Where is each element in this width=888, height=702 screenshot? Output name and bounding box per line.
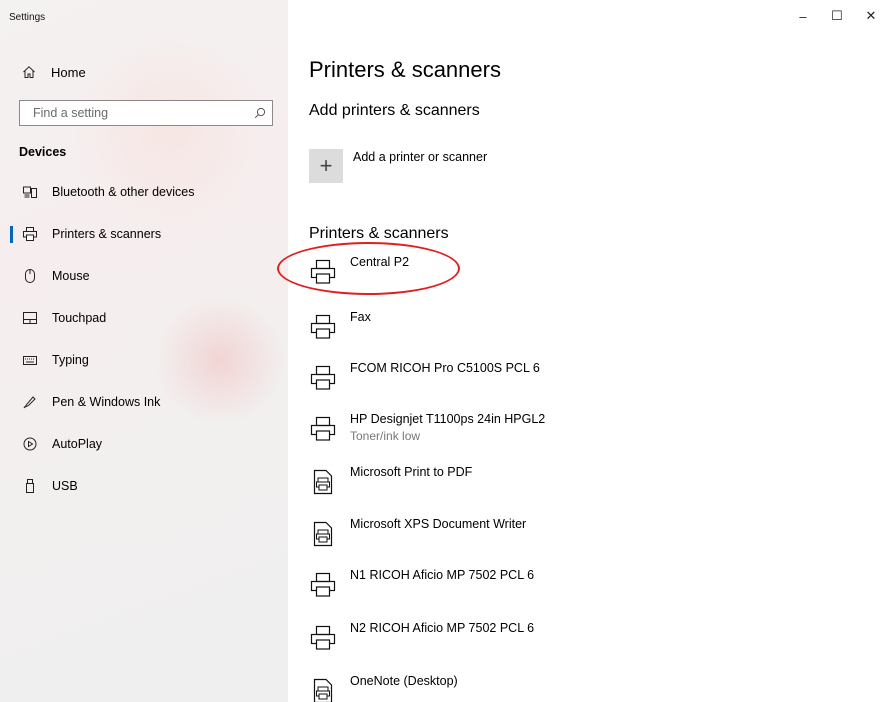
sidebar-item-label: Printers & scanners [52,227,162,241]
keyboard-icon [22,355,38,365]
add-section-title: Add printers & scanners [309,102,480,119]
add-printer-label[interactable]: Add a printer or scanner [353,150,487,164]
autoplay-icon [22,437,38,451]
printer-item[interactable]: FCOM RICOH Pro C5100S PCL 6 [309,358,729,398]
main-content: Printers & scanners Add printers & scann… [309,0,888,702]
sidebar-item-mouse[interactable]: Mouse [0,256,288,296]
printer-name: Central P2 [350,255,410,269]
mouse-icon [22,269,38,283]
sidebar-item-usb[interactable]: USB [0,466,288,506]
printer-item[interactable]: Microsoft Print to PDF [309,462,729,502]
home-link[interactable]: Home [22,62,86,82]
printer-item[interactable]: OneNote (Desktop) [309,671,729,702]
sidebar-item-label: USB [52,479,78,493]
printer-status: Toner/ink low [350,429,421,443]
printer-icon [309,258,337,286]
sidebar-item-label: Mouse [52,269,90,283]
printer-item[interactable]: N1 RICOH Aficio MP 7502 PCL 6 [309,565,729,605]
home-icon [22,65,38,79]
printer-item[interactable]: HP Designjet T1100ps 24in HPGL2 Toner/in… [309,409,729,449]
printer-item[interactable]: Microsoft XPS Document Writer [309,514,729,554]
printer-icon [309,624,337,652]
touchpad-icon [22,312,38,324]
document-printer-icon [309,520,337,548]
sidebar-item-touchpad[interactable]: Touchpad [0,298,288,338]
printer-icon [22,227,38,241]
search-box[interactable] [19,100,273,126]
plus-icon: + [319,153,333,178]
sidebar: Settings Home Devices Bluetooth & other … [0,0,288,702]
sidebar-item-bluetooth[interactable]: Bluetooth & other devices [0,172,288,212]
window-title: Settings [9,12,46,23]
printer-name: OneNote (Desktop) [350,674,458,688]
home-label: Home [51,64,86,80]
printer-name: N2 RICOH Aficio MP 7502 PCL 6 [350,621,535,635]
search-icon[interactable] [248,107,272,119]
printer-item[interactable]: Central P2 [309,252,729,292]
sidebar-item-label: Bluetooth & other devices [52,185,195,199]
sidebar-item-typing[interactable]: Typing [0,340,288,380]
printer-icon [309,364,337,392]
usb-icon [22,479,38,493]
printer-name: N1 RICOH Aficio MP 7502 PCL 6 [350,568,535,582]
printer-name: Microsoft Print to PDF [350,465,473,479]
sidebar-item-label: AutoPlay [52,437,103,451]
printer-item[interactable]: N2 RICOH Aficio MP 7502 PCL 6 [309,618,729,658]
sidebar-item-printers-scanners[interactable]: Printers & scanners [0,214,288,254]
printer-icon [309,415,337,443]
pdf-printer-icon [309,468,337,496]
printer-list-title: Printers & scanners [309,225,449,242]
printer-icon [309,571,337,599]
sidebar-item-autoplay[interactable]: AutoPlay [0,424,288,464]
page-title: Printers & scanners [309,57,501,82]
printer-name: HP Designjet T1100ps 24in HPGL2 [350,412,546,426]
fax-printer-icon [309,313,337,341]
pen-icon [22,395,38,409]
printer-name: FCOM RICOH Pro C5100S PCL 6 [350,361,540,375]
bluetooth-devices-icon [22,186,38,198]
document-printer-icon [309,677,337,702]
section-heading-devices: Devices [19,145,67,159]
printer-name: Microsoft XPS Document Writer [350,517,527,531]
sidebar-item-label: Pen & Windows Ink [52,395,161,409]
printer-name: Fax [350,310,371,324]
search-input[interactable] [20,101,248,125]
printer-item[interactable]: Fax [309,307,729,347]
sidebar-item-pen-windows-ink[interactable]: Pen & Windows Ink [0,382,288,422]
sidebar-item-label: Touchpad [52,311,107,325]
add-printer-button[interactable]: + [309,149,343,183]
sidebar-item-label: Typing [52,353,89,367]
active-indicator [10,226,13,243]
